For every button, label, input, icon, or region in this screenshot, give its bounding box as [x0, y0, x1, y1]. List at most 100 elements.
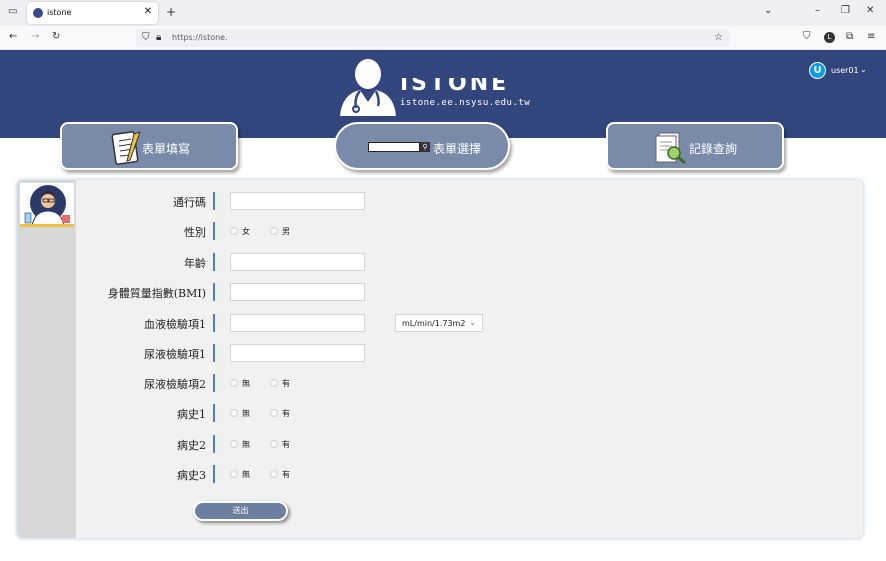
- form-row-history1: 病史1 無 有: [77, 404, 837, 424]
- blood1-unit-select[interactable]: mL/min/1.73m2 ⌄: [395, 314, 483, 332]
- url-bar[interactable]: ⛉ 🔒︎ https://istone. ☆: [136, 29, 730, 47]
- chevron-down-icon: ⌄: [469, 318, 476, 327]
- browser-nav-bar: ← → ↻ ⛉ 🔒︎ https://istone. ☆ ⛉ L ⧉ ≡: [0, 26, 886, 50]
- document-search-icon: [655, 132, 686, 165]
- favicon-icon: [33, 8, 43, 18]
- gender-label: 性別: [184, 226, 206, 239]
- label-divider: [213, 404, 215, 422]
- radio-label: 無: [242, 440, 250, 449]
- radio-circle[interactable]: [270, 440, 278, 448]
- chevron-down-icon: ⌄: [860, 65, 867, 74]
- user-avatar: U: [809, 62, 826, 79]
- age-label: 年齡: [184, 257, 206, 270]
- radio-label: 女: [242, 227, 250, 236]
- form-search-input[interactable]: [368, 142, 420, 152]
- radio-label: 有: [282, 440, 290, 449]
- browser-tab[interactable]: istone ✕: [27, 2, 158, 24]
- form-row-blood1: 血液檢驗項1 mL/min/1.73m2 ⌄: [77, 314, 837, 334]
- record-query-label: 記錄查詢: [689, 142, 738, 156]
- label-divider: [213, 222, 215, 240]
- radio-label: 無: [242, 470, 250, 479]
- radio-label: 男: [282, 227, 290, 236]
- menu-icon[interactable]: ≡: [867, 31, 875, 42]
- label-divider: [213, 344, 215, 362]
- form-card: 通行碼 性別 女 男 年齡 身體質量指數(BMI) 血液檢驗項1 mL/min/…: [17, 180, 863, 538]
- passcode-input[interactable]: [230, 192, 365, 210]
- restore-icon[interactable]: ❐: [841, 5, 850, 16]
- radio-circle[interactable]: [230, 440, 238, 448]
- site-logo[interactable]: ISTONE istone.ee.nsysu.edu.tw: [338, 58, 538, 116]
- urine2-label: 尿液檢驗項2: [144, 378, 206, 391]
- radio-circle[interactable]: [270, 227, 278, 235]
- submit-button[interactable]: 送出: [193, 501, 288, 521]
- clipboard-icon: [111, 131, 141, 165]
- urine1-input[interactable]: [230, 344, 365, 362]
- reload-icon[interactable]: ↻: [52, 31, 60, 42]
- left-sidebar: [17, 180, 76, 538]
- form-row-bmi: 身體質量指數(BMI): [77, 283, 837, 303]
- shield-icon[interactable]: ⛉: [142, 32, 150, 43]
- radio-circle[interactable]: [270, 379, 278, 387]
- passcode-label: 通行碼: [173, 196, 206, 209]
- label-divider: [213, 253, 215, 271]
- tab-title: istone: [47, 8, 72, 17]
- history3-label: 病史3: [177, 469, 206, 482]
- fill-form-button[interactable]: 表單填寫: [60, 122, 238, 170]
- radio-circle[interactable]: [230, 379, 238, 387]
- radio-circle[interactable]: [270, 409, 278, 417]
- close-tab-icon[interactable]: ✕: [144, 6, 152, 17]
- blood1-input[interactable]: [230, 314, 365, 332]
- select-form-label: 表單選擇: [433, 142, 482, 156]
- forward-icon[interactable]: →: [31, 31, 39, 42]
- history2-label: 病史2: [177, 439, 206, 452]
- radio-circle[interactable]: [230, 409, 238, 417]
- browser-tab-bar: ▭ istone ✕ + ⌄ – ❐ ✕: [0, 0, 886, 26]
- select-value: mL/min/1.73m2: [402, 319, 466, 328]
- form-row-urine2: 尿液檢驗項2 無 有: [77, 374, 837, 394]
- tab-list-icon[interactable]: ▭: [8, 6, 17, 17]
- search-icon[interactable]: ⚲: [420, 142, 430, 152]
- label-divider: [213, 465, 215, 483]
- urine1-label: 尿液檢驗項1: [144, 348, 206, 361]
- radio-label: 無: [242, 409, 250, 418]
- label-divider: [213, 192, 215, 210]
- history1-label: 病史1: [177, 408, 206, 421]
- list-all-tabs-icon[interactable]: ⌄: [764, 5, 772, 16]
- label-divider: [213, 283, 215, 301]
- bmi-label: 身體質量指數(BMI): [107, 287, 206, 300]
- form-row-passcode: 通行碼: [77, 192, 837, 212]
- new-tab-icon[interactable]: +: [166, 5, 176, 19]
- radio-label: 有: [282, 379, 290, 388]
- blood1-label: 血液檢驗項1: [144, 318, 206, 331]
- pocket-icon[interactable]: ⛉: [803, 31, 811, 42]
- form-row-history3: 病史3 無 有: [77, 465, 837, 485]
- back-icon[interactable]: ←: [9, 31, 17, 42]
- radio-circle[interactable]: [230, 227, 238, 235]
- logo-title: ISTONE: [400, 78, 510, 92]
- radio-circle[interactable]: [230, 470, 238, 478]
- bookmark-star-icon[interactable]: ☆: [714, 32, 723, 43]
- select-form-button[interactable]: ⚲ 表單選擇: [334, 122, 510, 170]
- doctor-logo-icon: [340, 59, 396, 116]
- minimize-icon[interactable]: –: [815, 5, 820, 16]
- doctor-illustration-icon: [20, 183, 74, 227]
- label-divider: [213, 314, 215, 332]
- user-name: user01: [831, 66, 859, 75]
- radio-label: 有: [282, 470, 290, 479]
- logo-subtitle: istone.ee.nsysu.edu.tw: [400, 98, 531, 108]
- radio-circle[interactable]: [270, 470, 278, 478]
- record-query-button[interactable]: 記錄查詢: [606, 122, 784, 170]
- bmi-input[interactable]: [230, 283, 365, 301]
- form-row-history2: 病史2 無 有: [77, 435, 837, 455]
- window-close-icon[interactable]: ✕: [866, 5, 874, 16]
- age-input[interactable]: [230, 253, 365, 271]
- user-menu[interactable]: U user01 ⌄: [809, 62, 874, 80]
- form-row-gender: 性別 女 男: [77, 222, 837, 242]
- lock-icon[interactable]: 🔒︎: [156, 32, 161, 43]
- label-divider: [213, 374, 215, 392]
- url-text[interactable]: https://istone.: [172, 33, 228, 42]
- form-row-urine1: 尿液檢驗項1: [77, 344, 837, 364]
- form-row-age: 年齡: [77, 253, 837, 273]
- extensions-icon[interactable]: ⧉: [846, 31, 853, 42]
- account-icon[interactable]: L: [824, 32, 835, 43]
